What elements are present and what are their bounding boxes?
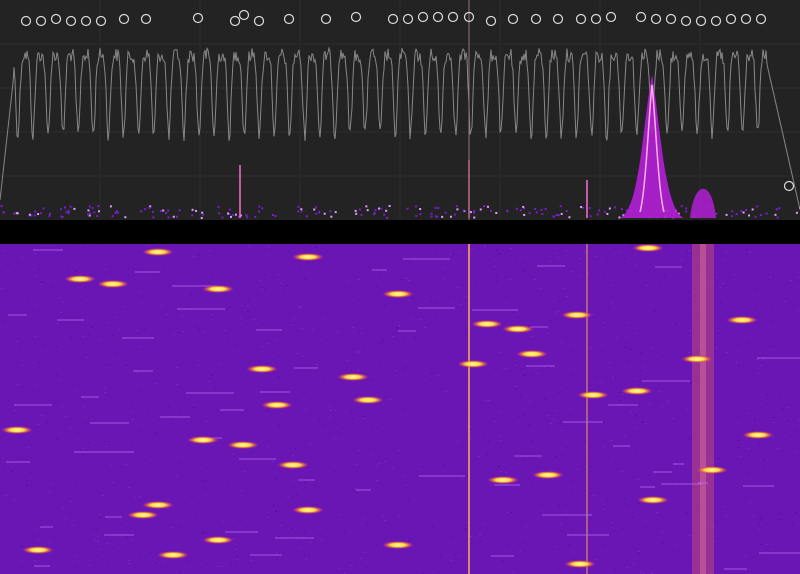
signal-burst [127,511,159,519]
signal-burst [637,496,669,504]
signal-burst [202,285,234,293]
signal-burst [621,387,653,395]
signal-burst [681,355,713,363]
signal-burst [227,441,259,449]
signal-burst [742,431,774,439]
signal-burst [292,253,324,261]
carrier-band-core [700,244,706,574]
signal-burst [246,365,278,373]
signal-burst [337,373,369,381]
signal-burst [292,506,324,514]
signal-burst [157,551,189,559]
signal-burst [352,396,384,404]
waterfall-canvas [0,244,800,574]
signal-burst [532,471,564,479]
signal-burst [261,401,293,409]
signal-burst [696,466,728,474]
signal-burst [64,275,96,283]
signal-burst [382,290,414,298]
spectrum-plot[interactable] [0,0,800,220]
signal-burst [632,244,664,252]
signal-burst [277,461,309,469]
signal-burst [187,436,219,444]
signal-burst [726,316,758,324]
signal-burst [142,248,174,256]
sdr-display [0,0,800,574]
signal-burst [564,560,596,568]
waterfall-display[interactable] [0,244,800,574]
signal-burst [457,360,489,368]
signal-burst [577,391,609,399]
spectrum-waterfall-divider[interactable] [0,220,800,244]
signal-burst [471,320,503,328]
signal-burst [502,325,534,333]
signal-burst [22,546,54,554]
signal-burst [561,311,593,319]
signal-burst [142,501,174,509]
signal-burst [516,350,548,358]
signal-burst [97,280,129,288]
signal-burst [202,536,234,544]
signal-burst [1,426,33,434]
signal-burst [382,541,414,549]
spectrum-canvas [0,0,800,220]
signal-burst [487,476,519,484]
